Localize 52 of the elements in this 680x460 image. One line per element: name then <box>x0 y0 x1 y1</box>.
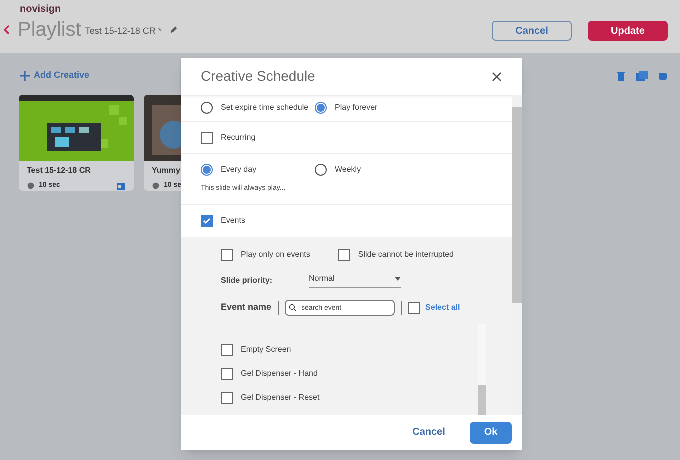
creative-title: Test 15-12-18 CR <box>27 164 91 176</box>
select-all-link[interactable]: Select all <box>426 302 460 314</box>
checkbox-label: Recurring <box>221 132 256 144</box>
check-icon <box>202 216 212 226</box>
event-label: Gel Dispenser - Hand <box>241 368 318 380</box>
checkbox[interactable] <box>221 344 233 356</box>
radio-label: Set expire time schedule <box>221 102 309 114</box>
primary-button[interactable]: Update <box>588 21 668 41</box>
checkbox[interactable] <box>201 132 213 144</box>
playlist-name: Test 15-12-18 CR * <box>85 25 162 38</box>
primary-button[interactable]: Ok <box>470 422 512 444</box>
caret-icon <box>395 277 401 281</box>
back-icon[interactable] <box>4 25 10 35</box>
event-label: Empty Screen <box>241 344 292 356</box>
checkbox-label: Events <box>221 215 246 227</box>
event-label: Gel Dispenser - Reset <box>241 392 320 404</box>
radio-label: Every day <box>221 164 257 176</box>
checkbox[interactable] <box>338 249 350 261</box>
checkbox-label: Slide cannot be interrupted <box>358 249 454 261</box>
creative-title: Yummy <box>152 164 180 176</box>
plus-icon[interactable] <box>20 70 30 81</box>
dialog-title: Creative Schedule <box>201 67 316 86</box>
calendar-icon[interactable] <box>116 180 126 190</box>
checkbox[interactable] <box>221 392 233 404</box>
cancel-button[interactable]: Cancel <box>492 21 572 41</box>
checkbox[interactable] <box>408 302 420 314</box>
radio-button[interactable] <box>201 102 213 114</box>
checkbox[interactable] <box>201 215 213 227</box>
checkbox[interactable] <box>221 249 233 261</box>
search-icon <box>288 304 297 312</box>
clock-icon <box>27 182 35 190</box>
scrollbar[interactable] <box>478 324 486 415</box>
radio-button[interactable] <box>315 102 327 114</box>
radio-label: Weekly <box>335 164 362 176</box>
cancel-button[interactable]: Cancel <box>408 422 450 444</box>
checkbox-label: Play only on events <box>241 249 310 261</box>
priority-label: Slide priority: <box>221 274 274 286</box>
radio-button[interactable] <box>201 164 213 176</box>
images-icon[interactable] <box>636 70 648 81</box>
trash-icon[interactable] <box>616 70 626 81</box>
priority-dropdown[interactable]: Normal <box>309 273 401 288</box>
page-title: Playlist <box>18 18 82 43</box>
pencil-icon[interactable] <box>170 26 178 34</box>
close-icon[interactable] <box>492 72 502 82</box>
radio-button[interactable] <box>315 164 327 176</box>
scrollbar[interactable] <box>512 95 522 415</box>
radio-label: Play forever <box>335 102 378 114</box>
event-name-label: Event name <box>221 301 272 314</box>
clock-icon <box>152 182 160 190</box>
checkbox[interactable] <box>221 368 233 380</box>
brand-logo: novisign <box>20 5 62 15</box>
add-creative-link[interactable]: Add Creative <box>34 69 90 82</box>
